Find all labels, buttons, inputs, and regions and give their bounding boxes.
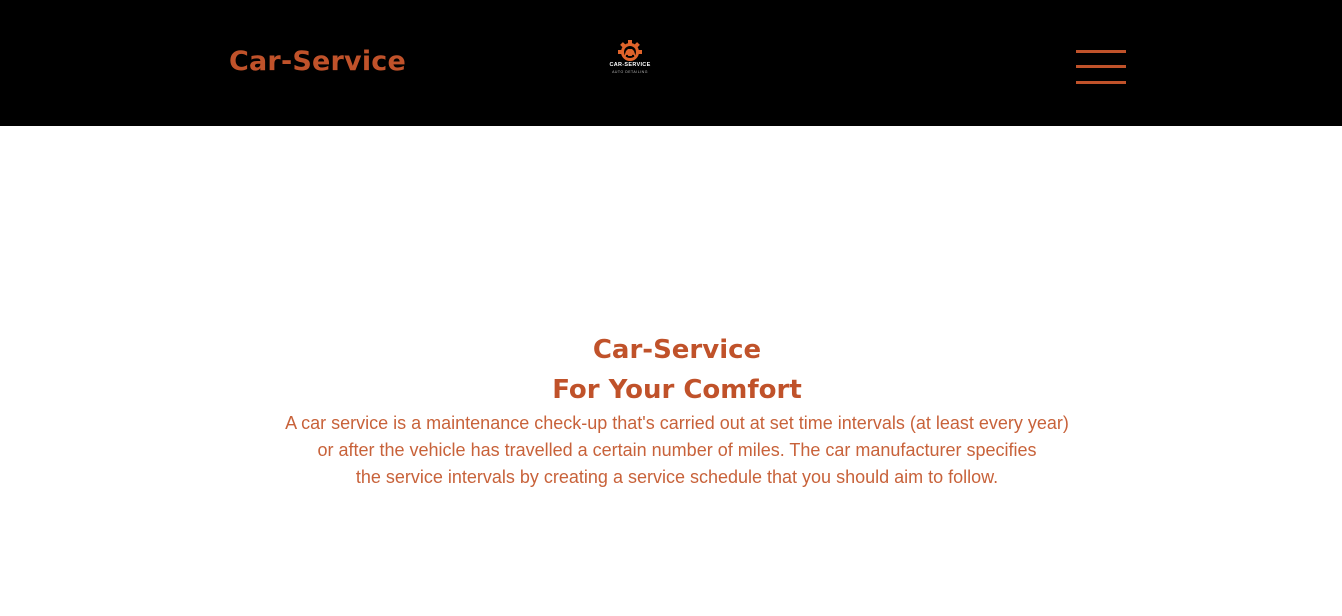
hero-text-line-3: the service intervals by creating a serv… xyxy=(355,467,999,487)
site-header: Car-Service CAR-SERVICE AUTO DETAILING xyxy=(0,0,1342,126)
hamburger-menu-icon[interactable] xyxy=(1076,50,1126,84)
gear-car-icon xyxy=(618,40,642,61)
hero-text-line-1: A car service is a maintenance check-up … xyxy=(285,413,1069,433)
hero-text-line-2: or after the vehicle has travelled a cer… xyxy=(317,440,1037,460)
hero-description: A car service is a maintenance check-up … xyxy=(0,410,1342,491)
menu-line xyxy=(1076,50,1126,53)
hero-title: Car-Service For Your Comfort xyxy=(0,330,1342,410)
hero-title-line-1: Car-Service xyxy=(592,335,762,365)
menu-line xyxy=(1076,65,1126,68)
hero-title-line-2: For Your Comfort xyxy=(552,375,802,405)
menu-line xyxy=(1076,81,1126,84)
logo-title: CAR-SERVICE xyxy=(609,62,651,68)
logo-subtitle: AUTO DETAILING xyxy=(612,70,648,74)
hero-section: Car-Service For Your Comfort A car servi… xyxy=(0,330,1342,491)
logo[interactable]: CAR-SERVICE AUTO DETAILING xyxy=(606,40,654,80)
brand-link[interactable]: Car-Service xyxy=(229,44,406,80)
